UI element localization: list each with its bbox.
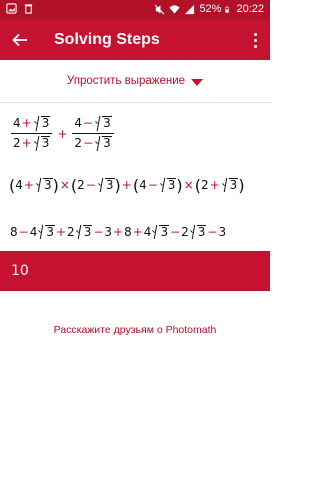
status-bar: 52% 20:22 — [0, 0, 270, 20]
plus-operator: + — [57, 126, 68, 141]
signal-icon — [185, 4, 195, 15]
arrow-back-icon — [12, 33, 27, 47]
share-link[interactable]: Расскажите друзьям о Photomath — [0, 324, 270, 336]
wifi-icon — [169, 5, 180, 14]
sqrt-symbol: 3 — [34, 116, 51, 131]
sqrt-symbol: 3 — [95, 136, 112, 151]
back-button[interactable] — [10, 30, 30, 50]
overflow-menu-button[interactable] — [250, 30, 260, 50]
battery-icon — [225, 6, 230, 13]
fraction-bar — [11, 133, 53, 134]
battery-percent: 52% — [199, 3, 222, 15]
more-vert-icon — [253, 32, 257, 36]
answer-value: 10 — [11, 263, 29, 279]
step-expanded: 8−4 3 +2 3 −3+8+4 3 −2 3 −3 — [10, 225, 227, 239]
app-bar: Solving Steps — [0, 20, 270, 60]
page-title: Solving Steps — [54, 31, 160, 48]
fraction-1: 4+ 3 2+ 3 — [11, 116, 53, 151]
mute-icon — [154, 4, 165, 15]
fraction-2: 4− 3 2− 3 — [72, 116, 114, 151]
step-products: (4+ 3)×(2− 3)+(4− 3)×(2+ 3) — [9, 176, 245, 195]
gallery-notification-icon — [6, 3, 17, 14]
step-fractions: 4+ 3 2+ 3 + 4− 3 2− 3 — [11, 116, 114, 151]
clock: 20:22 — [236, 3, 264, 15]
sqrt-symbol: 3 — [34, 136, 51, 151]
sqrt-symbol: 3 — [95, 116, 112, 131]
fraction-bar — [72, 133, 114, 134]
method-dropdown-label: Упростить выражение — [66, 75, 186, 87]
method-dropdown[interactable]: Упростить выражение — [0, 66, 270, 96]
caret-down-icon — [191, 78, 204, 86]
trash-notification-icon — [24, 4, 33, 14]
answer-bar[interactable]: 10 — [0, 251, 270, 291]
divider — [0, 102, 270, 103]
